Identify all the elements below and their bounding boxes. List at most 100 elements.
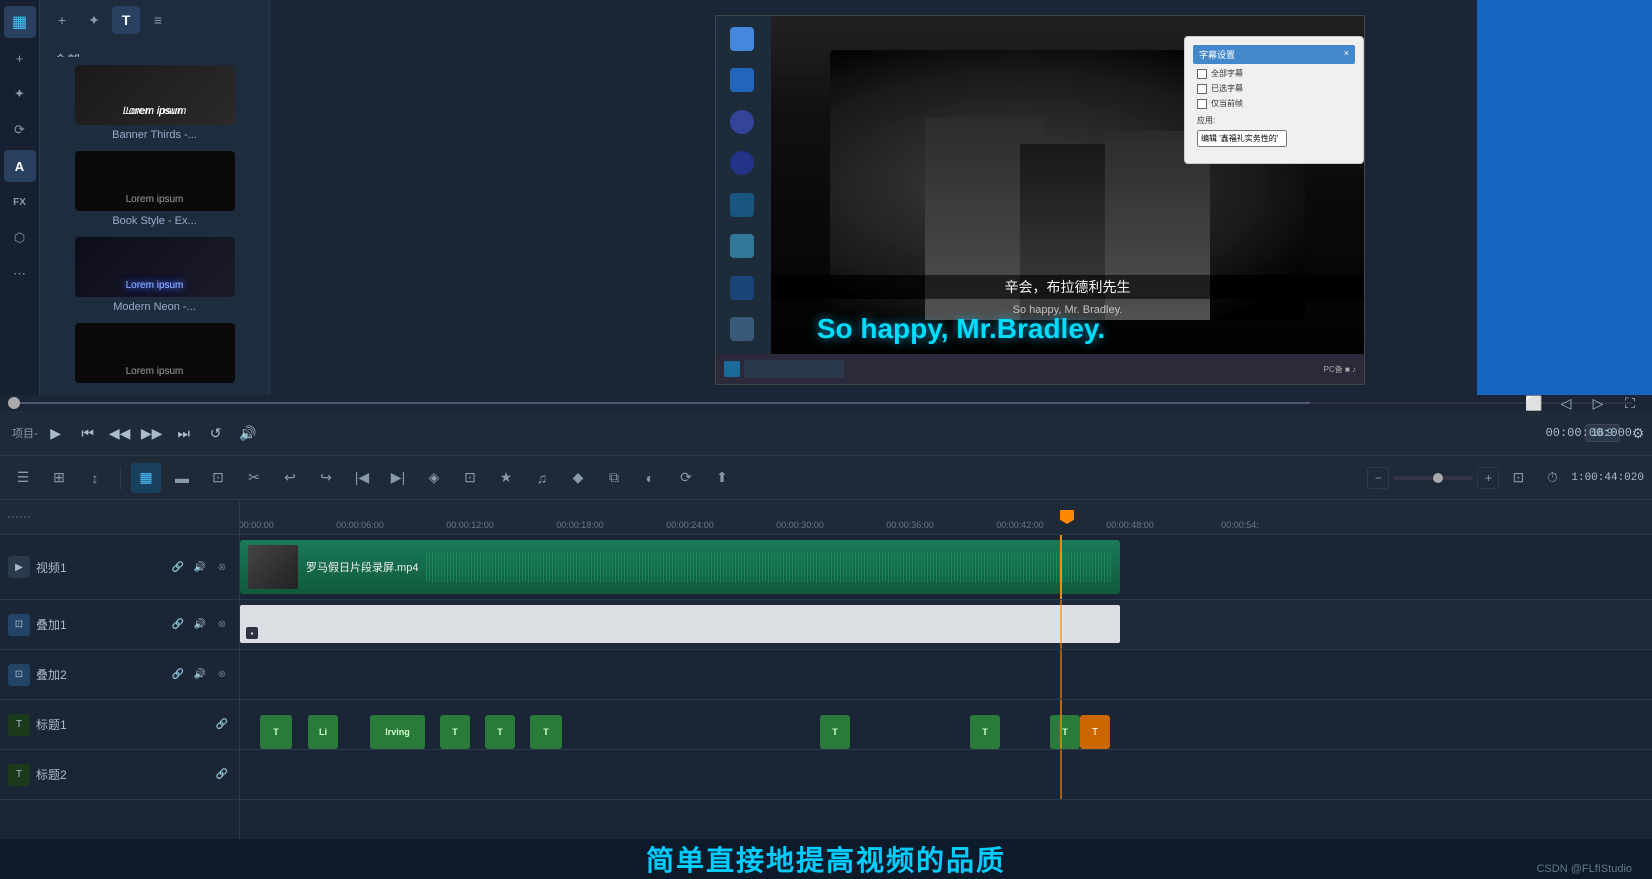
- prev-frame-mini-btn[interactable]: ◁: [1552, 389, 1580, 417]
- desktop-icon-1[interactable]: [718, 20, 766, 60]
- media-tab[interactable]: ▦: [4, 6, 36, 38]
- video-audio-btn[interactable]: 🔊: [191, 558, 209, 576]
- track-video1-label: ▶ 视频1 🔗 🔊 ⊗: [0, 535, 239, 600]
- list-view-btn[interactable]: ☰: [8, 463, 38, 493]
- keyframe-btn[interactable]: ◆: [563, 463, 593, 493]
- star-btn[interactable]: ✦: [4, 78, 36, 110]
- export-btn[interactable]: ⬆: [707, 463, 737, 493]
- preset-thumb-4: Lorem ipsum: [75, 323, 235, 383]
- tab-star-btn[interactable]: ✦: [80, 6, 108, 34]
- video-link-btn[interactable]: 🔗: [169, 558, 187, 576]
- cut-tool-btn[interactable]: ✂: [239, 463, 269, 493]
- subtitle-clip-Irving[interactable]: Irving: [370, 715, 425, 749]
- transform-btn[interactable]: ⟳: [4, 114, 36, 146]
- outer-subtitle-text: So happy, Mr.Bradley.: [270, 313, 1652, 345]
- overlay1-audio-btn[interactable]: 🔊: [191, 616, 209, 634]
- transitions-btn[interactable]: ⧉: [599, 463, 629, 493]
- video-track-row[interactable]: 罗马假日片段录屏.mp4: [240, 535, 1652, 600]
- undo-tool-btn[interactable]: ↩: [275, 463, 305, 493]
- grid-view-btn[interactable]: ⊞: [44, 463, 74, 493]
- fit-frame-btn[interactable]: ⬜: [1520, 389, 1548, 417]
- title2-track-row[interactable]: [240, 750, 1652, 800]
- clip-end-btn[interactable]: ▶|: [383, 463, 413, 493]
- volume-btn[interactable]: 🔊: [234, 419, 262, 447]
- overlay2-link-btn[interactable]: 🔗: [169, 666, 187, 684]
- overlay2-audio-btn[interactable]: 🔊: [191, 666, 209, 684]
- play-button[interactable]: ▶: [42, 419, 70, 447]
- split-clip-btn[interactable]: ◈: [419, 463, 449, 493]
- video-clip[interactable]: 罗马假日片段录屏.mp4: [240, 540, 1120, 594]
- next-frame-btn[interactable]: ⏭: [170, 419, 198, 447]
- category-all[interactable]: 全部: [40, 44, 269, 57]
- subtitle-clip-Li[interactable]: Li: [308, 715, 338, 749]
- redo-tool-btn[interactable]: ↪: [311, 463, 341, 493]
- step-forward-btn[interactable]: ▶▶: [138, 419, 166, 447]
- tab-more-btn[interactable]: ≡: [144, 6, 172, 34]
- overlay1-track-name: 叠加1: [36, 616, 67, 633]
- progress-scrubber[interactable]: ⬜ ◁ ▷ ⛶: [0, 395, 1652, 411]
- overlay1-track-row[interactable]: ▪: [240, 600, 1652, 650]
- subtitle-clip-T7[interactable]: T: [1050, 715, 1080, 749]
- timeline-toolbar: ☰ ⊞ ↕ ▦ ▬ ⊡ ✂ ↩ ↪ |◀ ▶| ◈ ⊡ ★ ♫ ◆ ⧉ ◐ ⟳ …: [0, 456, 1652, 500]
- audio-mix-btn[interactable]: ♫: [527, 463, 557, 493]
- bottom-banner: 简单直接地提高视频的品质 CSDN @FLfIStudio: [0, 839, 1652, 879]
- subtitle-clip-orange[interactable]: T: [1080, 715, 1110, 749]
- step-back-btn[interactable]: ◀◀: [106, 419, 134, 447]
- scrubber-handle[interactable]: [8, 397, 20, 409]
- tab-all-btn[interactable]: +: [48, 6, 76, 34]
- subtitle-clip-T3[interactable]: T: [485, 715, 515, 749]
- clip-start-btn[interactable]: |◀: [347, 463, 377, 493]
- text-btn[interactable]: A: [4, 150, 36, 182]
- fullscreen-btn[interactable]: ⛶: [1616, 389, 1644, 417]
- motion-btn[interactable]: ⟳: [671, 463, 701, 493]
- subtitle-clip-T6[interactable]: T: [970, 715, 1000, 749]
- group-clips-btn[interactable]: ⊡: [455, 463, 485, 493]
- desktop-icon-2[interactable]: [718, 62, 766, 102]
- desktop-icon-4[interactable]: [718, 145, 766, 185]
- overlay1-link-btn[interactable]: 🔗: [169, 616, 187, 634]
- zoom-in-btn[interactable]: +: [1477, 467, 1499, 489]
- preset-label-1: Banner Thirds -...: [112, 129, 197, 141]
- subtitle-clip-T1[interactable]: T: [260, 715, 292, 749]
- sort-btn[interactable]: ↕: [80, 463, 110, 493]
- title2-link-btn[interactable]: 🔗: [213, 766, 231, 784]
- add-btn[interactable]: +: [4, 42, 36, 74]
- preset-modern-neon[interactable]: Lorem ipsum Modern Neon -...: [44, 233, 265, 317]
- color-btn[interactable]: ◐: [635, 463, 665, 493]
- effects-btn[interactable]: ★: [491, 463, 521, 493]
- preset-banner-thirds[interactable]: Lorem ipsum Banner Thirds -...: [44, 61, 265, 145]
- desktop-icon-7[interactable]: [718, 269, 766, 309]
- media-btn[interactable]: ▦: [131, 463, 161, 493]
- transition-btn[interactable]: ⬡: [4, 222, 36, 254]
- loop-btn[interactable]: ↺: [202, 419, 230, 447]
- tab-text-btn[interactable]: T: [112, 6, 140, 34]
- desktop-icon-5[interactable]: [718, 186, 766, 226]
- subtitle-clip-T5[interactable]: T: [820, 715, 850, 749]
- fit-timeline-btn[interactable]: ⊡: [1503, 463, 1533, 493]
- zoom-out-btn[interactable]: −: [1367, 467, 1389, 489]
- preset-basic-4[interactable]: Lorem ipsum: [44, 319, 265, 391]
- overlay1-lock-btn[interactable]: ⊗: [213, 616, 231, 634]
- zoom-slider[interactable]: [1393, 476, 1473, 480]
- track-content: 00:00:00:00 00:00:06:00 00:00:12:00 00:0…: [240, 500, 1652, 839]
- clock-btn[interactable]: ⏱: [1537, 463, 1567, 493]
- overlay1-track-icon: ⊡: [8, 614, 30, 636]
- subtitle-clip-T2[interactable]: T: [440, 715, 470, 749]
- video-lock-btn[interactable]: ⊗: [213, 558, 231, 576]
- more-btn[interactable]: ⋯: [4, 258, 36, 290]
- next-frame-mini-btn[interactable]: ▷: [1584, 389, 1612, 417]
- title1-link-btn[interactable]: 🔗: [213, 716, 231, 734]
- subtitle-clip-T4[interactable]: T: [530, 715, 562, 749]
- desktop-icon-6[interactable]: [718, 228, 766, 268]
- storyboard-btn[interactable]: ⊡: [203, 463, 233, 493]
- ruler-2: 00:00:12:00: [446, 520, 494, 530]
- preset-book-style[interactable]: Lorem ipsum Book Style - Ex...: [44, 147, 265, 231]
- title1-track-row[interactable]: T Li Irving T T T T T T T: [240, 700, 1652, 750]
- fx-btn[interactable]: FX: [4, 186, 36, 218]
- overlay2-lock-btn[interactable]: ⊗: [213, 666, 231, 684]
- overlay2-track-row[interactable]: [240, 650, 1652, 700]
- desktop-icon-3[interactable]: [718, 103, 766, 143]
- time-display: 00:00:00:000: [1546, 426, 1632, 440]
- prev-frame-btn[interactable]: ⏮: [74, 419, 102, 447]
- timeline-view-btn[interactable]: ▬: [167, 463, 197, 493]
